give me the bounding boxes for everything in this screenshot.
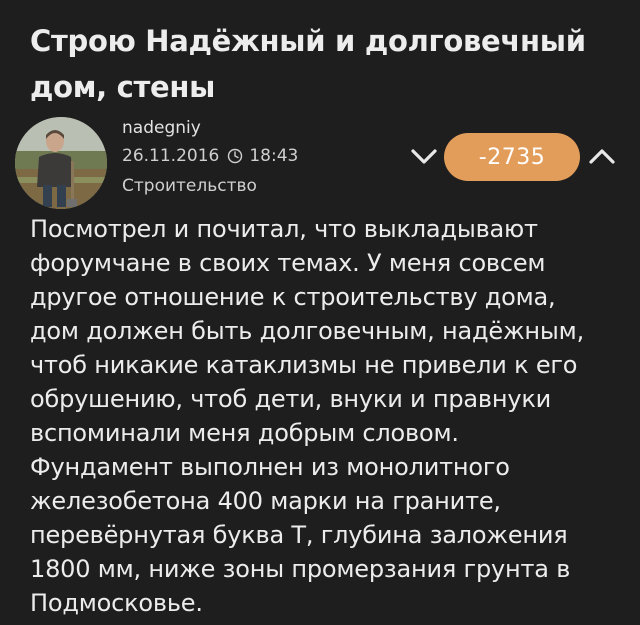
- rating-badge: -2735: [444, 133, 580, 181]
- avatar[interactable]: [15, 117, 107, 209]
- post-body-line: дом должен быть долговечным, надёжным,: [30, 317, 584, 345]
- post-body-line: другое отношение к строительству дома,: [30, 283, 556, 311]
- post-body-line: 1800 мм, ниже зоны промерзания грунта в: [30, 555, 571, 583]
- clock-icon: [227, 148, 243, 164]
- post-body-line: форумчане в своих темах. У меня совсем: [30, 249, 546, 277]
- post-body-line: Подмосковье.: [30, 589, 203, 617]
- person-photo-avatar-icon: [15, 117, 107, 209]
- post-category[interactable]: Строительство: [122, 176, 257, 196]
- post-body: Посмотрел и почитал, что выкладывают фор…: [30, 212, 630, 620]
- vote-up-button[interactable]: [585, 143, 619, 171]
- chevron-down-icon: [411, 149, 437, 164]
- post-title-line-1: Строю Надёжный и долговечный: [30, 24, 586, 58]
- post-body-line: обрушению, чтоб дети, внуки и правнуки: [30, 385, 552, 413]
- post-meta: 26.11.2016 18:43: [122, 146, 298, 166]
- post-body-line: железобетона 400 марки на граните,: [30, 487, 501, 515]
- post-date: 26.11.2016: [122, 146, 220, 166]
- chevron-up-icon: [589, 149, 615, 164]
- post-body-line: чтоб никакие катаклизмы не привели к его: [30, 351, 578, 379]
- post-time: 18:43: [249, 146, 299, 166]
- post-title-line-2: дом, стены: [30, 70, 216, 104]
- post-body-line: вспоминали меня добрым словом.: [30, 419, 459, 447]
- post-body-line: Посмотрел и почитал, что выкладывают: [30, 215, 538, 243]
- post-body-line: Фундамент выполнен из монолитного: [30, 453, 510, 481]
- author-name[interactable]: nadegniy: [122, 118, 201, 138]
- vote-down-button[interactable]: [407, 143, 441, 171]
- post-title[interactable]: Строю Надёжный и долговечный дом, стены: [30, 18, 610, 110]
- post-body-line: перевёрнутая буква Т, глубина заложения: [30, 521, 568, 549]
